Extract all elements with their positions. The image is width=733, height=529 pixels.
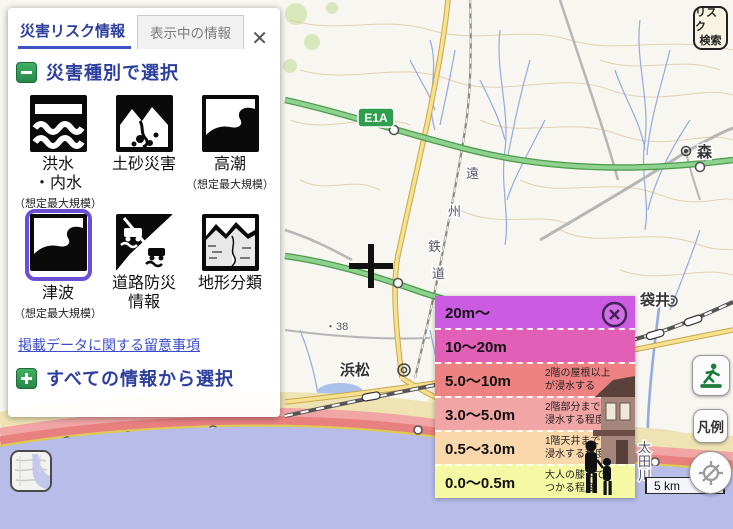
legend-row: 0.5～3.0m 1階天井まで 浸水する程度 — [435, 430, 635, 464]
risk-search-button[interactable]: リスク 検索 — [693, 6, 728, 50]
legend-note: 1階天井まで 浸水する程度 — [545, 435, 605, 461]
svg-text:太: 太 — [638, 440, 651, 455]
tsunami-icon — [30, 214, 87, 271]
svg-text:鉄: 鉄 — [428, 239, 441, 254]
flood-icon — [30, 95, 87, 152]
legend-toggle-button[interactable]: 凡例 — [693, 409, 728, 443]
current-location-button[interactable] — [689, 451, 732, 494]
landslide-icon — [116, 95, 173, 152]
legend-range: 3.0～5.0m — [445, 404, 541, 425]
svg-text:州: 州 — [448, 204, 461, 219]
tab-displayed-info[interactable]: 表示中の情報 — [137, 15, 244, 49]
location-target-icon — [697, 459, 725, 487]
legend-range: 0.5～3.0m — [445, 438, 541, 459]
legend-row: 10～20m — [435, 328, 635, 362]
legend-row: 0.0～0.5m 大人の膝まで つかる程度 — [435, 464, 635, 498]
overview-minimap-button[interactable] — [10, 450, 52, 492]
section-title: すべての情報から選択 — [46, 365, 234, 391]
tab-disaster-risk-info[interactable]: 災害リスク情報 — [18, 16, 131, 49]
legend-note: 2階の屋根以上 が浸水する — [545, 367, 611, 393]
legend-range: 5.0～10m — [445, 370, 541, 391]
legend-row: 5.0～10m 2階の屋根以上 が浸水する — [435, 362, 635, 396]
map-label-spot-elevation: ・38 — [325, 321, 348, 333]
collapse-minus-icon[interactable] — [16, 62, 37, 83]
minimap-icon — [12, 452, 50, 490]
legend-row: 3.0～5.0m 2階部分まで 浸水する程度 — [435, 396, 635, 430]
disaster-type-road-disaster[interactable]: 道路防災情報 — [102, 212, 186, 331]
legend-note: 2階部分まで 浸水する程度 — [545, 401, 605, 427]
disaster-type-tsunami[interactable]: 津波 （想定最大規模） — [14, 212, 102, 331]
map-label-fukuroi: 袋井 — [639, 291, 670, 309]
landform-icon — [202, 214, 259, 271]
map-label-hamamatsu: 浜松 — [340, 361, 370, 379]
expressway-shield: E1A — [358, 108, 394, 127]
disaster-type-flood[interactable]: 洪水・内水 （想定最大規模） — [14, 93, 102, 212]
panel-close-icon[interactable]: ✕ — [247, 29, 272, 49]
expressway-shield-label: E1A — [364, 111, 388, 125]
legend-note: 大人の膝まで つかる程度 — [545, 469, 605, 495]
expand-plus-icon[interactable] — [16, 368, 37, 389]
data-notice-row: 掲載データに関する留意事項 — [18, 335, 270, 355]
person-running-icon — [698, 362, 724, 390]
legend-range: 0.0～0.5m — [445, 472, 541, 493]
data-notice-link[interactable]: 掲載データに関する留意事項 — [18, 337, 200, 353]
road-disaster-icon — [116, 214, 173, 271]
storm-surge-icon — [202, 95, 259, 152]
tsunami-depth-legend: 20m～ 10～20m 5.0～10m 2階の屋根以上 が浸水する 3.0～5.… — [435, 296, 635, 498]
evacuation-person-button[interactable] — [692, 355, 730, 396]
disaster-type-storm-surge[interactable]: 高潮 （想定最大規模） — [186, 93, 274, 212]
panel-tabs: 災害リスク情報 表示中の情報 ✕ — [8, 8, 280, 49]
disaster-type-landform[interactable]: 地形分類 — [186, 212, 274, 331]
svg-text:道: 道 — [432, 266, 445, 281]
disaster-type-grid: 洪水・内水 （想定最大規模） 土砂災害 高潮 （想定最大規模） — [8, 93, 280, 331]
disaster-risk-panel: 災害リスク情報 表示中の情報 ✕ 災害種別で選択 洪水・内水 （想定最大規模） — [8, 8, 280, 417]
disaster-type-landslide[interactable]: 土砂災害 — [102, 93, 186, 212]
legend-close-icon[interactable] — [601, 301, 628, 328]
selected-highlight-border — [25, 209, 92, 281]
svg-text:田: 田 — [638, 454, 651, 469]
section-title: 災害種別で選択 — [46, 59, 179, 85]
section-all-info: すべての情報から選択 — [16, 365, 272, 391]
legend-range: 20m～ — [445, 302, 541, 323]
map-label-mori: 森 — [697, 143, 713, 161]
section-select-by-type: 災害種別で選択 — [16, 59, 272, 85]
svg-text:遠: 遠 — [466, 166, 479, 181]
legend-range: 10～20m — [445, 336, 541, 357]
